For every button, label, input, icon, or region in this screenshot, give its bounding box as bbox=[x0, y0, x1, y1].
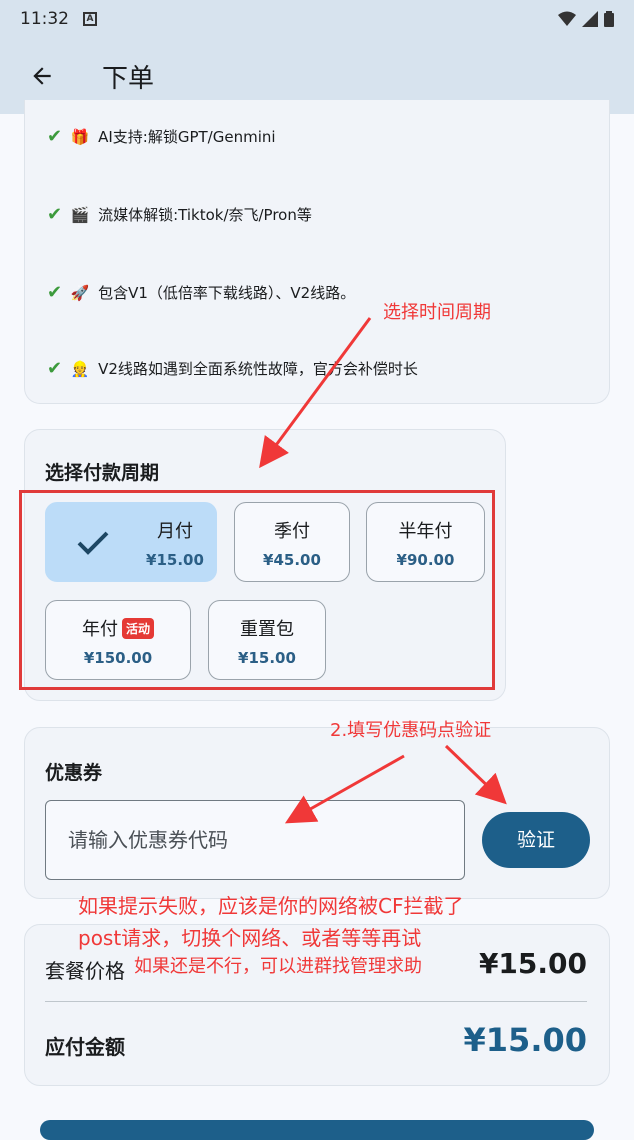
annotation-help: 如果还是不行，可以进群找管理求助 bbox=[134, 956, 422, 977]
coupon-card: 优惠券 请输入优惠券代码 验证 bbox=[24, 727, 610, 899]
features-card: ✔ 🎁 AI支持:解锁GPT/Genmini ✔ 🎬 流媒体解锁:Tiktok/… bbox=[24, 100, 610, 404]
divider bbox=[45, 1001, 587, 1002]
check-icon: ✔ bbox=[47, 204, 63, 225]
feature-text: 流媒体解锁:Tiktok/奈飞/Pron等 bbox=[98, 206, 312, 224]
check-icon: ✔ bbox=[47, 126, 63, 147]
clapper-icon: 🎬 bbox=[70, 205, 90, 224]
check-icon: ✔ bbox=[47, 282, 63, 303]
period-heading: 选择付款周期 bbox=[45, 462, 160, 484]
page-title: 下单 bbox=[102, 63, 155, 94]
feature-item: ✔ 🎁 AI支持:解锁GPT/Genmini bbox=[47, 126, 276, 147]
check-icon: ✔ bbox=[47, 358, 63, 379]
amount-due-label: 应付金额 bbox=[45, 1035, 125, 1059]
coupon-heading: 优惠券 bbox=[45, 762, 103, 784]
package-price-label: 套餐价格 bbox=[45, 959, 125, 983]
feature-text: 包含V1（低倍率下载线路）、V2线路。 bbox=[98, 284, 356, 302]
app-notification-icon: A bbox=[83, 12, 97, 26]
amount-due-value: ¥15.00 bbox=[463, 1021, 587, 1059]
signal-icon bbox=[582, 11, 598, 27]
status-time: 11:32 bbox=[20, 9, 69, 29]
back-button[interactable] bbox=[22, 56, 62, 96]
annotation-fail-line2: post请求，切换个网络、或者等等再试 bbox=[78, 926, 422, 950]
verify-button[interactable]: 验证 bbox=[482, 812, 590, 868]
feature-text: AI支持:解锁GPT/Genmini bbox=[98, 128, 276, 146]
gift-icon: 🎁 bbox=[70, 127, 90, 146]
submit-order-button[interactable] bbox=[40, 1120, 594, 1140]
annotation-fail-line1: 如果提示失败，应该是你的网络被CF拦截了 bbox=[78, 894, 464, 918]
coupon-input[interactable]: 请输入优惠券代码 bbox=[45, 800, 465, 880]
wifi-icon bbox=[558, 11, 576, 26]
feature-item: ✔ 👷 V2线路如遇到全面系统性故障，官方会补偿时长 bbox=[47, 358, 418, 379]
annotation-highlight-box bbox=[19, 490, 495, 690]
feature-item: ✔ 🚀 包含V1（低倍率下载线路）、V2线路。 bbox=[47, 282, 355, 303]
annotation-fill-coupon: 2.填写优惠码点验证 bbox=[330, 720, 492, 741]
feature-item: ✔ 🎬 流媒体解锁:Tiktok/奈飞/Pron等 bbox=[47, 204, 312, 225]
rocket-icon: 🚀 bbox=[70, 283, 90, 302]
battery-icon bbox=[604, 11, 614, 27]
arrow-left-icon bbox=[33, 67, 51, 85]
construction-worker-icon: 👷 bbox=[70, 359, 90, 378]
feature-text: V2线路如遇到全面系统性故障，官方会补偿时长 bbox=[98, 360, 418, 378]
annotation-select-period: 选择时间周期 bbox=[383, 302, 491, 323]
package-price-value: ¥15.00 bbox=[478, 947, 587, 980]
status-bar: 11:32 A bbox=[0, 0, 634, 38]
